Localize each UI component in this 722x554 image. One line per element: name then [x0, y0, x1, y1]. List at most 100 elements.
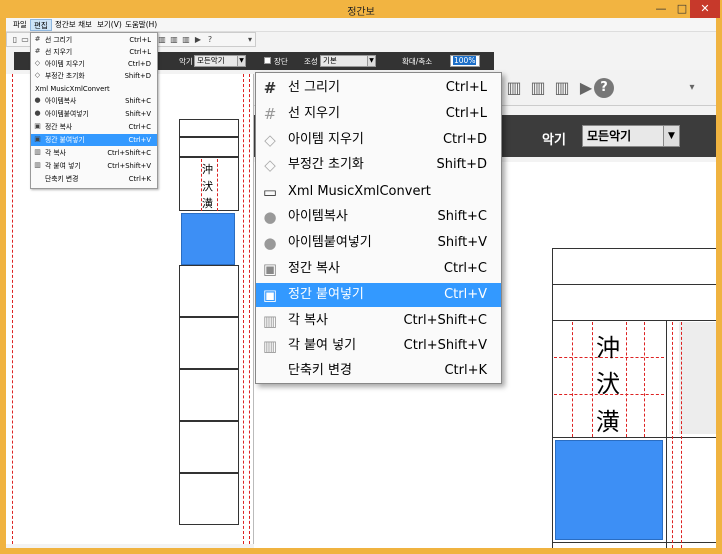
selected-cell[interactable]	[555, 440, 663, 540]
menu-help[interactable]: 도움말(H)	[122, 19, 160, 31]
menu-item-shortcut: Ctrl+C	[128, 123, 151, 131]
menu-item-erase-item[interactable]: ◇ 아이템 지우기 Ctrl+D	[31, 58, 157, 70]
paste-item-icon: ●	[263, 234, 277, 252]
gak-icon[interactable]: ▥	[504, 78, 524, 98]
menu-item-label: 아이템붙여넣기	[45, 110, 89, 118]
score-cell[interactable]	[179, 369, 239, 421]
menu-item-shortcut: Shift+C	[125, 97, 151, 105]
grid-guide	[644, 322, 645, 437]
score-cell[interactable]	[179, 119, 239, 137]
menu-item-reset-cell[interactable]: ◇ 부정간 초기화 Shift+D	[256, 153, 501, 177]
menu-item-xml-convert[interactable]: ▭ Xml MusicXmlConvert	[256, 180, 501, 204]
menu-item-draw-line[interactable]: # 선 그리기 Ctrl+L	[31, 34, 157, 46]
menu-item-paste-item[interactable]: ● 아이템붙여넣기 Shift+V	[256, 231, 501, 255]
menu-item-shortcut-change[interactable]: 단축키 변경 Ctrl+K	[31, 173, 157, 185]
copy-gak-icon: ▥	[262, 312, 278, 330]
menu-item-copy-cell[interactable]: ▣ 정간 복사 Ctrl+C	[256, 257, 501, 281]
menu-item-shortcut: Shift+V	[437, 235, 487, 250]
open-file-icon[interactable]: ▭	[20, 35, 30, 45]
menu-item-paste-gak[interactable]: ▥ 각 붙여 넣기 Ctrl+Shift+V	[31, 160, 157, 172]
paste-cell-icon: ▣	[262, 286, 278, 304]
menu-edit[interactable]: 편집	[30, 19, 52, 31]
menu-item-paste-cell[interactable]: ▣ 정간 붙여넣기 Ctrl+V	[31, 134, 157, 146]
menu-item-paste-cell[interactable]: ▣ 정간 붙여넣기 Ctrl+V	[256, 283, 501, 307]
instrument-value: 모든악기	[587, 129, 632, 143]
gak-paste-icon[interactable]: ▥	[169, 35, 179, 45]
menu-item-erase-line[interactable]: # 선 지우기 Ctrl+L	[256, 102, 501, 126]
close-button[interactable]: ✕	[690, 0, 720, 18]
menu-item-copy-item[interactable]: ● 아이템복사 Shift+C	[31, 95, 157, 107]
score-note: 沖	[596, 334, 620, 362]
copy-cell-icon: ▣	[262, 260, 278, 278]
menu-item-copy-gak[interactable]: ▥ 각 복사 Ctrl+Shift+C	[31, 147, 157, 159]
score-cell[interactable]	[179, 317, 239, 369]
score-cell[interactable]	[179, 137, 239, 157]
new-file-icon[interactable]: ▯	[10, 35, 20, 45]
menu-item-label: 부정간 초기화	[288, 157, 364, 172]
menu-item-shortcut: Shift+D	[436, 157, 487, 172]
menu-item-shortcut: Ctrl+K	[444, 363, 487, 378]
chevron-down-icon: ▼	[367, 56, 375, 66]
grid-guide	[249, 74, 250, 544]
play-icon[interactable]: ▶	[576, 78, 596, 98]
selected-cell[interactable]	[181, 213, 235, 265]
key-select[interactable]: 기본 ▼	[320, 55, 376, 67]
menu-item-erase-line[interactable]: # 선 지우기 Ctrl+L	[31, 46, 157, 58]
menu-item-shortcut: Ctrl+V	[128, 136, 151, 144]
instrument-select[interactable]: 모든악기 ▼	[582, 125, 680, 147]
play-icon[interactable]: ▶	[193, 35, 203, 45]
menu-score[interactable]: 정간보 채보	[52, 19, 95, 31]
menu-file[interactable]: 파일	[10, 19, 30, 31]
instrument-select[interactable]: 모든악기 ▼	[194, 55, 246, 67]
score-note: 潢	[202, 197, 213, 210]
maximize-button[interactable]: □	[673, 0, 691, 18]
zoom-input[interactable]: 100%	[450, 55, 480, 67]
menu-item-xml-convert[interactable]: Xml MusicXmlConvert	[31, 83, 157, 95]
gak-paste-icon[interactable]: ▥	[528, 78, 548, 98]
menu-item-paste-item[interactable]: ● 아이템붙여넣기 Shift+V	[31, 108, 157, 120]
menu-item-shortcut-change[interactable]: 단축키 변경 Ctrl+K	[256, 359, 501, 383]
menu-item-copy-item[interactable]: ● 아이템복사 Shift+C	[256, 205, 501, 229]
score-line	[552, 248, 553, 548]
menu-item-copy-cell[interactable]: ▣ 정간 복사 Ctrl+C	[31, 121, 157, 133]
menu-item-shortcut: Shift+V	[125, 110, 151, 118]
menu-item-erase-item[interactable]: ◇ 아이템 지우기 Ctrl+D	[256, 128, 501, 152]
menu-item-label: 부정간 초기화	[45, 72, 85, 80]
menu-item-shortcut: Ctrl+L	[445, 80, 487, 95]
grid-guide	[672, 322, 673, 548]
menu-view[interactable]: 보기(V)	[94, 19, 125, 31]
grid-guide	[243, 74, 244, 544]
instrument-value: 모든악기	[197, 56, 225, 65]
jangdan-label: 장단	[274, 57, 288, 66]
menu-item-copy-gak[interactable]: ▥ 각 복사 Ctrl+Shift+C	[256, 309, 501, 333]
menu-item-shortcut: Ctrl+V	[444, 287, 487, 302]
menu-item-paste-gak[interactable]: ▥ 각 붙여 넣기 Ctrl+Shift+V	[256, 334, 501, 358]
score-cell[interactable]	[179, 265, 239, 317]
menu-item-label: 정간 붙여넣기	[45, 136, 85, 144]
menu-item-shortcut: Ctrl+D	[442, 132, 487, 147]
help-icon[interactable]: ?	[594, 78, 614, 98]
menu-item-label: Xml MusicXmlConvert	[288, 184, 431, 199]
gak-copy-icon[interactable]: ▥	[181, 35, 191, 45]
gak-copy-icon[interactable]: ▥	[552, 78, 572, 98]
jangdan-checkbox[interactable]	[264, 57, 271, 64]
help-icon[interactable]: ?	[205, 35, 215, 45]
score-cell[interactable]	[179, 473, 239, 525]
menu-item-label: 단축키 변경	[288, 363, 352, 378]
score-note: 汱	[202, 180, 213, 193]
paste-cell-icon: ▣	[34, 135, 41, 143]
menu-item-reset-cell[interactable]: ◇ 부정간 초기화 Shift+D	[31, 70, 157, 82]
grid-guide	[217, 159, 218, 211]
hash-erase-icon: #	[34, 47, 41, 55]
menu-item-shortcut: Ctrl+D	[127, 60, 151, 68]
score-cell[interactable]	[179, 421, 239, 473]
menu-item-label: 아이템복사	[45, 97, 77, 105]
copy-cell-icon: ▣	[34, 122, 41, 130]
menu-item-draw-line[interactable]: # 선 그리기 Ctrl+L	[256, 76, 501, 100]
toolbar-overflow-icon[interactable]: ▾	[682, 78, 702, 98]
zoom-value: 100%	[453, 56, 477, 65]
gak-icon[interactable]: ▥	[157, 35, 167, 45]
toolbar-overflow-icon[interactable]: ▾	[245, 35, 255, 45]
window-title: 정간보	[347, 7, 375, 18]
minimize-button[interactable]: —	[652, 0, 670, 18]
